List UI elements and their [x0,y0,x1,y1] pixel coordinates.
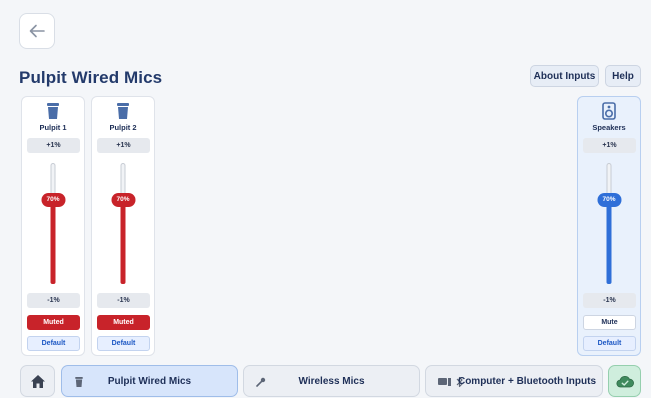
volume-slider[interactable]: 70% [111,163,135,284]
volume-fill [120,200,126,284]
help-button[interactable]: Help [605,65,641,87]
volume-slider[interactable]: 70% [597,163,621,284]
volume-slider[interactable]: 70% [41,163,65,284]
tab-label: Wireless Mics [298,375,365,387]
channel-name: Speakers [592,123,626,132]
volume-down-button[interactable]: -1% [27,293,80,308]
volume-fill [50,200,56,284]
cloud-check-icon [615,375,634,387]
channel-name: Pulpit 1 [39,123,67,132]
volume-knob[interactable]: 70% [41,192,65,207]
volume-fill [606,200,612,284]
volume-knob[interactable]: 70% [597,192,621,207]
pulpit-icon [117,103,129,119]
default-button[interactable]: Default [27,336,80,351]
mute-button[interactable]: Muted [27,315,80,330]
about-inputs-button[interactable]: About Inputs [530,65,599,87]
tab-computer-bluetooth-inputs[interactable]: Computer + Bluetooth Inputs [425,365,603,397]
tab-pulpit-wired-mics[interactable]: Pulpit Wired Mics [61,365,238,397]
channel-strip-pulpit-2: Pulpit 2 +1% 70% -1% Muted Default [91,96,155,356]
volume-up-button[interactable]: +1% [27,138,80,153]
cloud-status-button[interactable] [608,365,641,397]
volume-up-button[interactable]: +1% [583,138,636,153]
volume-down-button[interactable]: -1% [583,293,636,308]
back-button[interactable] [19,13,55,49]
arrow-left-icon [29,24,45,38]
home-button[interactable] [20,365,55,397]
volume-up-button[interactable]: +1% [97,138,150,153]
tab-label: Computer + Bluetooth Inputs [457,375,597,387]
mute-button[interactable]: Muted [97,315,150,330]
channel-name: Pulpit 2 [109,123,137,132]
channel-strip-speakers: Speakers +1% 70% -1% Mute Default [577,96,641,356]
pulpit-icon [47,103,59,119]
volume-knob[interactable]: 70% [111,192,135,207]
default-button[interactable]: Default [97,336,150,351]
speaker-icon [602,102,616,120]
tab-label: Pulpit Wired Mics [107,375,192,387]
channel-strip-pulpit-1: Pulpit 1 +1% 70% -1% Muted Default [21,96,85,356]
mute-button[interactable]: Mute [583,315,636,330]
default-button[interactable]: Default [583,336,636,351]
page-title: Pulpit Wired Mics [19,68,163,87]
home-icon [30,374,45,388]
volume-down-button[interactable]: -1% [97,293,150,308]
tab-wireless-mics[interactable]: Wireless Mics [243,365,420,397]
